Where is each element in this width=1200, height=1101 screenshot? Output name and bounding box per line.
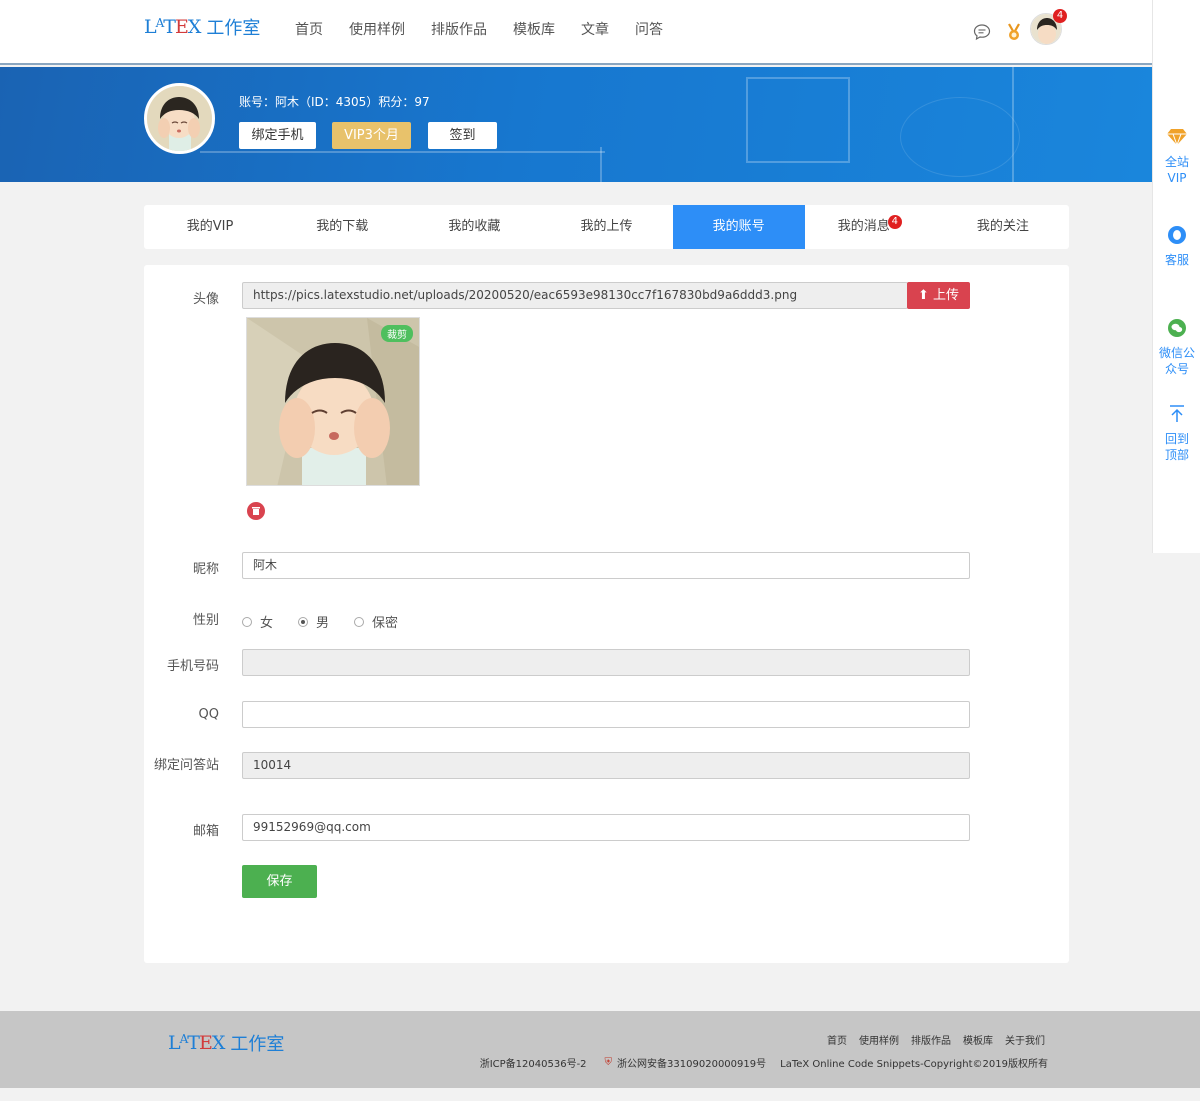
gender-male-radio[interactable]: 男	[298, 612, 329, 631]
avatar-preview	[246, 317, 420, 486]
email-label: 邮箱	[192, 824, 219, 839]
avatar-label: 头像	[192, 292, 219, 307]
radio-label: 保密	[372, 616, 399, 631]
tab-label: 我的VIP	[186, 219, 234, 234]
sidebar-service-label: 客服	[1164, 253, 1189, 267]
footer-logo-studio: 工作室	[230, 1034, 285, 1055]
phone-label: 手机号码	[166, 659, 219, 674]
sidebar-top-label: 回到顶部	[1164, 432, 1189, 462]
sidebar-wechat[interactable]: 微信公众号	[1153, 318, 1200, 377]
upload-label: 上传	[933, 288, 960, 303]
profile-avatar	[144, 83, 215, 154]
gender-label: 性别	[192, 613, 219, 628]
tab-downloads[interactable]: 我的下载	[276, 205, 408, 249]
footer-link-works[interactable]: 排版作品	[911, 1032, 951, 1047]
account-info: 账号：阿木（ID：4305）积分：97	[239, 95, 430, 109]
radio-circle	[354, 616, 364, 627]
radio-circle	[298, 616, 308, 627]
footer-link-templates[interactable]: 模板库	[963, 1032, 993, 1047]
gender-secret-radio[interactable]: 保密	[354, 612, 398, 631]
crop-button[interactable]: 裁剪	[381, 325, 413, 342]
qq-field[interactable]	[242, 701, 970, 728]
tab-label: 我的消息	[837, 219, 890, 234]
nav-works[interactable]: 排版作品	[431, 19, 487, 39]
phone-field[interactable]	[242, 649, 970, 676]
account-tabs: 我的VIP 我的下载 我的收藏 我的上传 我的账号 我的消息 4 我的关注	[144, 205, 1069, 249]
tab-messages[interactable]: 我的消息 4	[805, 205, 937, 249]
copyright-text: LaTeX Online Code Snippets-Copyright©201…	[780, 1059, 1048, 1070]
trash-icon	[252, 507, 260, 515]
footer-link-about[interactable]: 关于我们	[1005, 1032, 1045, 1047]
footer-link-home[interactable]: 首页	[827, 1032, 847, 1047]
nickname-label: 昵称	[192, 562, 219, 577]
tab-following[interactable]: 我的关注	[937, 205, 1069, 249]
avatar-url-field[interactable]: https://pics.latexstudio.net/uploads/202…	[242, 282, 908, 309]
chat-icon[interactable]	[973, 23, 991, 41]
radio-label: 女	[260, 616, 274, 631]
vip-button[interactable]: VIP3个月	[332, 122, 411, 149]
sidebar-service[interactable]: 客服	[1153, 225, 1200, 268]
save-button[interactable]: 保存	[242, 865, 317, 898]
wechat-icon	[1168, 319, 1186, 337]
nav-home[interactable]: 首页	[295, 19, 323, 39]
notification-badge: 4	[1053, 9, 1067, 23]
tab-account[interactable]: 我的账号	[672, 205, 805, 249]
sidebar-wechat-label: 微信公众号	[1159, 346, 1196, 376]
icp-text[interactable]: 浙ICP备12040536号-2	[480, 1055, 587, 1070]
qa-bind-field[interactable]: 10014	[242, 752, 970, 779]
qq-icon	[1168, 226, 1186, 244]
bind-phone-button[interactable]: 绑定手机	[239, 122, 316, 149]
sidebar-vip-label: 全站VIP	[1164, 155, 1189, 185]
nav-examples[interactable]: 使用样例	[349, 19, 405, 39]
tab-label: 我的收藏	[448, 219, 501, 234]
tab-label: 我的上传	[580, 219, 633, 234]
nav-qa[interactable]: 问答	[635, 19, 663, 39]
sidebar-back-to-top[interactable]: 回到顶部	[1153, 404, 1200, 463]
radio-circle	[242, 616, 252, 627]
police-icon: ⛨	[604, 1057, 613, 1068]
tab-label: 我的账号	[712, 219, 765, 234]
tab-vip[interactable]: 我的VIP	[144, 205, 276, 249]
sidebar-vip[interactable]: 全站VIP	[1153, 128, 1200, 186]
medal-icon[interactable]	[1005, 23, 1023, 41]
diamond-icon	[1167, 129, 1187, 147]
footer-logo[interactable]: LATEX 工作室	[168, 1030, 284, 1056]
footer-copyright: 浙ICP备12040536号-2 ⛨ 浙公网安备33109020000919号 …	[480, 1055, 1048, 1070]
qa-label: 绑定问答站	[153, 758, 219, 773]
right-sidebar: 全站VIP 客服 微信公众号 回到顶部	[1152, 0, 1200, 553]
police-text[interactable]: 浙公网安备33109020000919号	[617, 1055, 766, 1070]
checkin-button[interactable]: 签到	[428, 122, 497, 149]
site-logo[interactable]: LATEX 工作室	[144, 14, 260, 40]
tab-favorites[interactable]: 我的收藏	[408, 205, 540, 249]
tab-label: 我的下载	[316, 219, 369, 234]
nav-articles[interactable]: 文章	[581, 19, 609, 39]
upload-button[interactable]: ⬆ 上传	[907, 282, 970, 309]
messages-badge: 4	[887, 215, 902, 229]
qq-label: QQ	[198, 707, 219, 722]
tab-label: 我的关注	[976, 219, 1029, 234]
gender-female-radio[interactable]: 女	[242, 612, 273, 631]
upload-icon: ⬆	[917, 288, 929, 303]
radio-label: 男	[316, 616, 330, 631]
footer-links: 首页 使用样例 排版作品 模板库 关于我们	[815, 1032, 1045, 1047]
nav-templates[interactable]: 模板库	[513, 19, 555, 39]
logo-studio-text: 工作室	[206, 18, 261, 39]
email-field[interactable]: 99152969@qq.com	[242, 814, 970, 841]
nickname-field[interactable]: 阿木	[242, 552, 970, 579]
main-nav: 首页 使用样例 排版作品 模板库 文章 问答	[295, 19, 689, 39]
tab-uploads[interactable]: 我的上传	[540, 205, 672, 249]
arrow-up-icon	[1170, 405, 1184, 422]
footer-link-examples[interactable]: 使用样例	[859, 1032, 899, 1047]
delete-avatar-button[interactable]	[247, 502, 265, 520]
